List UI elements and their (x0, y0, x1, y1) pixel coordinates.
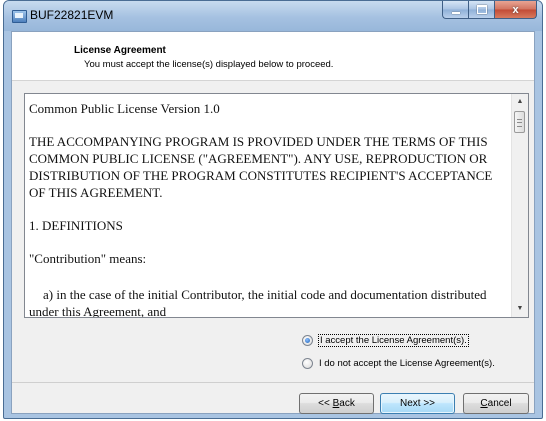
grip-icon (517, 119, 522, 127)
license-paragraph: a) in the case of the initial Contributo… (29, 287, 487, 318)
page-title: License Agreement (74, 45, 166, 56)
close-button[interactable]: x (494, 1, 537, 19)
accept-label[interactable]: I accept the License Agreement(s). (318, 334, 469, 347)
scrollbar-thumb[interactable] (514, 111, 525, 133)
close-icon: x (512, 3, 519, 16)
decline-radio[interactable] (302, 358, 313, 369)
installer-window: BUF22821EVM x License Agreement You must… (3, 0, 543, 419)
cancel-rest: ancel (487, 398, 512, 409)
maximize-icon (476, 5, 487, 14)
accept-radio[interactable] (302, 335, 313, 346)
page-header: License Agreement You must accept the li… (12, 32, 534, 81)
back-prefix: << (318, 398, 333, 409)
license-paragraph: THE ACCOMPANYING PROGRAM IS PROVIDED UND… (29, 134, 493, 200)
dialog-client-area: License Agreement You must accept the li… (11, 31, 535, 414)
window-title: BUF22821EVM (30, 8, 114, 22)
license-text-box[interactable]: Common Public License Version 1.0 THE AC… (24, 93, 529, 318)
back-rest: ack (339, 398, 355, 409)
back-button[interactable]: << Back (299, 393, 374, 414)
minimize-icon (451, 11, 460, 14)
next-label: Next >> (399, 398, 436, 409)
decline-label[interactable]: I do not accept the License Agreement(s)… (319, 358, 495, 369)
license-paragraph: "Contribution" means: (29, 251, 147, 266)
cancel-mnemonic: C (480, 398, 488, 409)
license-text: Common Public License Version 1.0 THE AC… (29, 100, 509, 318)
window-controls: x (442, 1, 537, 19)
accept-option[interactable]: I accept the License Agreement(s). (302, 334, 469, 347)
license-paragraph: 1. DEFINITIONS (29, 218, 123, 233)
cancel-button[interactable]: Cancel (463, 393, 529, 414)
scroll-down-arrow-icon[interactable]: ▼ (512, 301, 528, 317)
minimize-button[interactable] (442, 1, 468, 19)
scroll-up-arrow-icon[interactable]: ▲ (512, 94, 528, 110)
next-button[interactable]: Next >> (380, 393, 455, 414)
decline-option[interactable]: I do not accept the License Agreement(s)… (302, 358, 495, 369)
vertical-scrollbar[interactable]: ▲ ▼ (511, 94, 528, 317)
license-paragraph: Common Public License Version 1.0 (29, 101, 220, 116)
button-bar-divider (12, 382, 534, 383)
page-subtitle: You must accept the license(s) displayed… (84, 59, 334, 70)
maximize-button[interactable] (468, 1, 494, 19)
app-icon (12, 10, 27, 23)
title-bar[interactable]: BUF22821EVM x (4, 1, 542, 31)
